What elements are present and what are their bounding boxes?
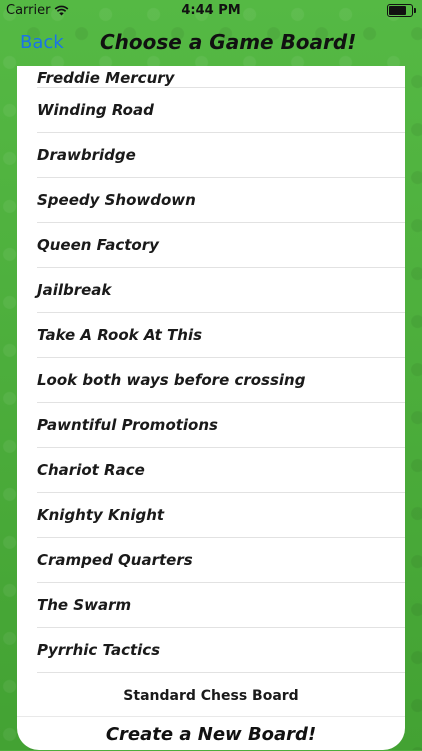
board-name: Jailbreak (37, 281, 112, 299)
list-item[interactable]: Jailbreak (37, 268, 405, 313)
board-list-card: Freddie Mercury Winding Road Drawbridge … (17, 66, 405, 750)
nav-bar: Back Choose a Game Board! (0, 20, 422, 66)
list-item[interactable]: The Swarm (37, 583, 405, 628)
board-name: The Swarm (37, 596, 132, 614)
standard-board-label: Standard Chess Board (123, 687, 299, 704)
board-name: Knighty Knight (37, 506, 165, 524)
board-name: Pawntiful Promotions (37, 416, 218, 434)
board-list: Freddie Mercury Winding Road Drawbridge … (17, 66, 405, 718)
battery-icon (387, 3, 416, 17)
board-name: Chariot Race (37, 461, 145, 479)
board-name: Drawbridge (37, 146, 136, 164)
list-item[interactable]: Speedy Showdown (37, 178, 405, 223)
board-name: Take A Rook At This (37, 326, 203, 344)
board-name: Winding Road (37, 101, 154, 119)
list-item[interactable]: Look both ways before crossing (37, 358, 405, 403)
board-name: Freddie Mercury (37, 69, 175, 87)
list-item[interactable]: Chariot Race (37, 448, 405, 493)
page-title: Choose a Game Board! (100, 30, 357, 54)
list-item[interactable]: Queen Factory (37, 223, 405, 268)
list-item[interactable]: Pyrrhic Tactics (37, 628, 405, 673)
list-item[interactable]: Drawbridge (37, 133, 405, 178)
list-item[interactable]: Knighty Knight (37, 493, 405, 538)
status-time: 4:44 PM (181, 2, 241, 18)
board-name: Pyrrhic Tactics (37, 641, 161, 659)
board-name: Speedy Showdown (37, 191, 196, 209)
list-item[interactable]: Take A Rook At This (37, 313, 405, 358)
status-bar: Carrier 4:44 PM (0, 0, 422, 20)
list-item[interactable]: Cramped Quarters (37, 538, 405, 583)
board-name: Look both ways before crossing (37, 371, 306, 389)
list-item[interactable]: Winding Road (37, 88, 405, 133)
back-button[interactable]: Back (20, 32, 64, 53)
board-name: Queen Factory (37, 236, 159, 254)
list-item[interactable]: Pawntiful Promotions (37, 403, 405, 448)
create-board-button[interactable]: Create a New Board! (17, 716, 405, 751)
board-name: Cramped Quarters (37, 551, 193, 569)
list-item[interactable]: Freddie Mercury (37, 66, 405, 88)
standard-board-item[interactable]: Standard Chess Board (17, 673, 405, 718)
